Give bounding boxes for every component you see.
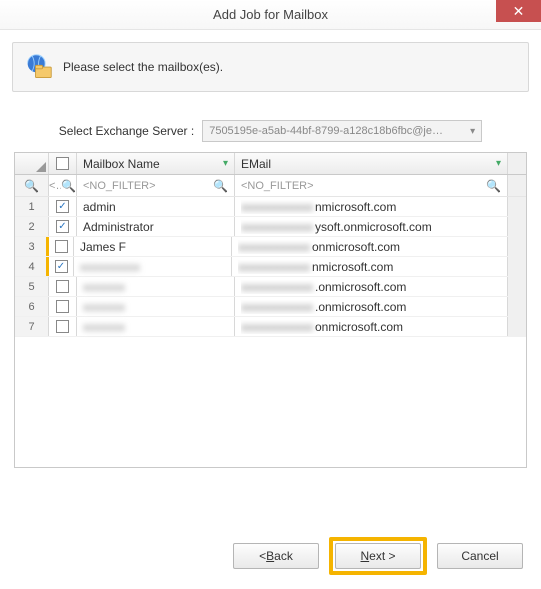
row-email: xxxxxxxxxxxx.onmicrosoft.com [235, 297, 508, 316]
server-select[interactable]: 7505195e-a5ab-44bf-8799-a128c18b6fbc@je… [202, 120, 482, 142]
grid-body: 1adminxxxxxxxxxxxxnmicrosoft.com2Adminis… [15, 197, 526, 467]
row-number: 2 [15, 217, 49, 236]
cancel-button[interactable]: Cancel [437, 543, 523, 569]
header-checkbox-cell[interactable] [49, 153, 77, 174]
row-email: xxxxxxxxxxxxysoft.onmicrosoft.com [235, 217, 508, 236]
close-button[interactable]: ✕ [496, 0, 541, 22]
scrollbar-track[interactable] [508, 297, 526, 316]
filter-num: 🔍 [15, 175, 49, 196]
server-value: 7505195e-a5ab-44bf-8799-a128c18b6fbc@je… [209, 125, 443, 137]
table-row[interactable]: 7 xxxxxxxxxxxxxxxxxxxonmicrosoft.com [15, 317, 526, 337]
grid-header: Mailbox Name ▾ EMail ▾ [15, 153, 526, 175]
scrollbar-track[interactable] [508, 317, 526, 336]
table-row[interactable]: 6 xxxxxxxxxxxxxxxxxxx.onmicrosoft.com [15, 297, 526, 317]
next-button[interactable]: Next > [335, 543, 421, 569]
row-checkbox[interactable] [56, 280, 69, 293]
row-number: 7 [15, 317, 49, 336]
info-text: Please select the mailbox(es). [63, 60, 223, 74]
mailbox-grid: Mailbox Name ▾ EMail ▾ 🔍 <..🔍 <NO_FILTER… [14, 152, 527, 468]
row-number: 4 [15, 257, 49, 276]
row-email: xxxxxxxxxxxxonmicrosoft.com [232, 237, 508, 256]
scrollbar-track[interactable] [508, 277, 526, 296]
scrollbar-header [508, 153, 526, 174]
header-email[interactable]: EMail ▾ [235, 153, 508, 174]
row-checkbox-cell[interactable] [46, 257, 74, 276]
row-mailbox-name: xxxxxxx [77, 297, 235, 316]
row-mailbox-name: xxxxxxx [77, 317, 235, 336]
server-row: Select Exchange Server : 7505195e-a5ab-4… [12, 120, 529, 142]
row-mailbox-name: xxxxxxx [77, 277, 235, 296]
row-checkbox[interactable] [56, 220, 69, 233]
chevron-down-icon[interactable]: ▾ [496, 158, 501, 169]
select-all-checkbox[interactable] [56, 157, 69, 170]
wizard-footer: < Back Next > Cancel [233, 537, 523, 575]
search-icon[interactable]: 🔍 [24, 179, 39, 193]
row-checkbox[interactable] [56, 320, 69, 333]
row-number: 3 [15, 237, 49, 256]
grid-filter-row: 🔍 <..🔍 <NO_FILTER>🔍 <NO_FILTER>🔍 [15, 175, 526, 197]
row-checkbox[interactable] [56, 300, 69, 313]
window-title: Add Job for Mailbox [0, 7, 541, 22]
row-checkbox-cell[interactable] [49, 197, 77, 216]
scrollbar-track[interactable] [508, 217, 526, 236]
chevron-down-icon[interactable]: ▾ [223, 158, 228, 169]
next-highlight: Next > [329, 537, 427, 575]
search-icon[interactable]: 🔍 [61, 179, 76, 193]
scrollbar-track[interactable] [508, 237, 526, 256]
scrollbar-track[interactable] [508, 257, 526, 276]
row-checkbox[interactable] [56, 200, 69, 213]
row-checkbox-cell[interactable] [49, 317, 77, 336]
row-email: xxxxxxxxxxxxnmicrosoft.com [235, 197, 508, 216]
row-email: xxxxxxxxxxxx.onmicrosoft.com [235, 277, 508, 296]
row-checkbox-cell[interactable] [46, 237, 74, 256]
row-mailbox-name: Administrator [77, 217, 235, 236]
table-row[interactable]: 4 xxxxxxxxxxxxxxxxxxxxxxnmicrosoft.com [15, 257, 526, 277]
row-checkbox[interactable] [55, 260, 68, 273]
row-checkbox-cell[interactable] [49, 297, 77, 316]
row-mailbox-name: James F [74, 237, 232, 256]
search-icon[interactable]: 🔍 [213, 179, 228, 193]
filter-email[interactable]: <NO_FILTER>🔍 [235, 175, 508, 196]
server-label: Select Exchange Server : [59, 124, 194, 138]
titlebar: Add Job for Mailbox ✕ [0, 0, 541, 30]
header-name[interactable]: Mailbox Name ▾ [77, 153, 235, 174]
table-row[interactable]: 5 xxxxxxxxxxxxxxxxxxx.onmicrosoft.com [15, 277, 526, 297]
filter-chk: <..🔍 [49, 175, 77, 196]
row-number: 6 [15, 297, 49, 316]
row-number: 5 [15, 277, 49, 296]
row-checkbox-cell[interactable] [49, 217, 77, 236]
scrollbar-track[interactable] [508, 175, 526, 196]
table-row[interactable]: 1 adminxxxxxxxxxxxxnmicrosoft.com [15, 197, 526, 217]
info-box: Please select the mailbox(es). [12, 42, 529, 92]
table-row[interactable]: 3 James Fxxxxxxxxxxxxonmicrosoft.com [15, 237, 526, 257]
row-number: 1 [15, 197, 49, 216]
table-row[interactable]: 2 Administratorxxxxxxxxxxxxysoft.onmicros… [15, 217, 526, 237]
row-email: xxxxxxxxxxxxnmicrosoft.com [232, 257, 508, 276]
globe-folder-icon [25, 53, 53, 81]
grid-corner[interactable] [15, 153, 49, 174]
row-mailbox-name: admin [77, 197, 235, 216]
close-icon: ✕ [513, 3, 525, 20]
row-checkbox-cell[interactable] [49, 277, 77, 296]
filter-name[interactable]: <NO_FILTER>🔍 [77, 175, 235, 196]
row-email: xxxxxxxxxxxxonmicrosoft.com [235, 317, 508, 336]
row-checkbox[interactable] [55, 240, 68, 253]
row-mailbox-name: xxxxxxxxxx [74, 257, 232, 276]
back-button[interactable]: < Back [233, 543, 319, 569]
search-icon[interactable]: 🔍 [486, 179, 501, 193]
scrollbar-track[interactable] [508, 197, 526, 216]
